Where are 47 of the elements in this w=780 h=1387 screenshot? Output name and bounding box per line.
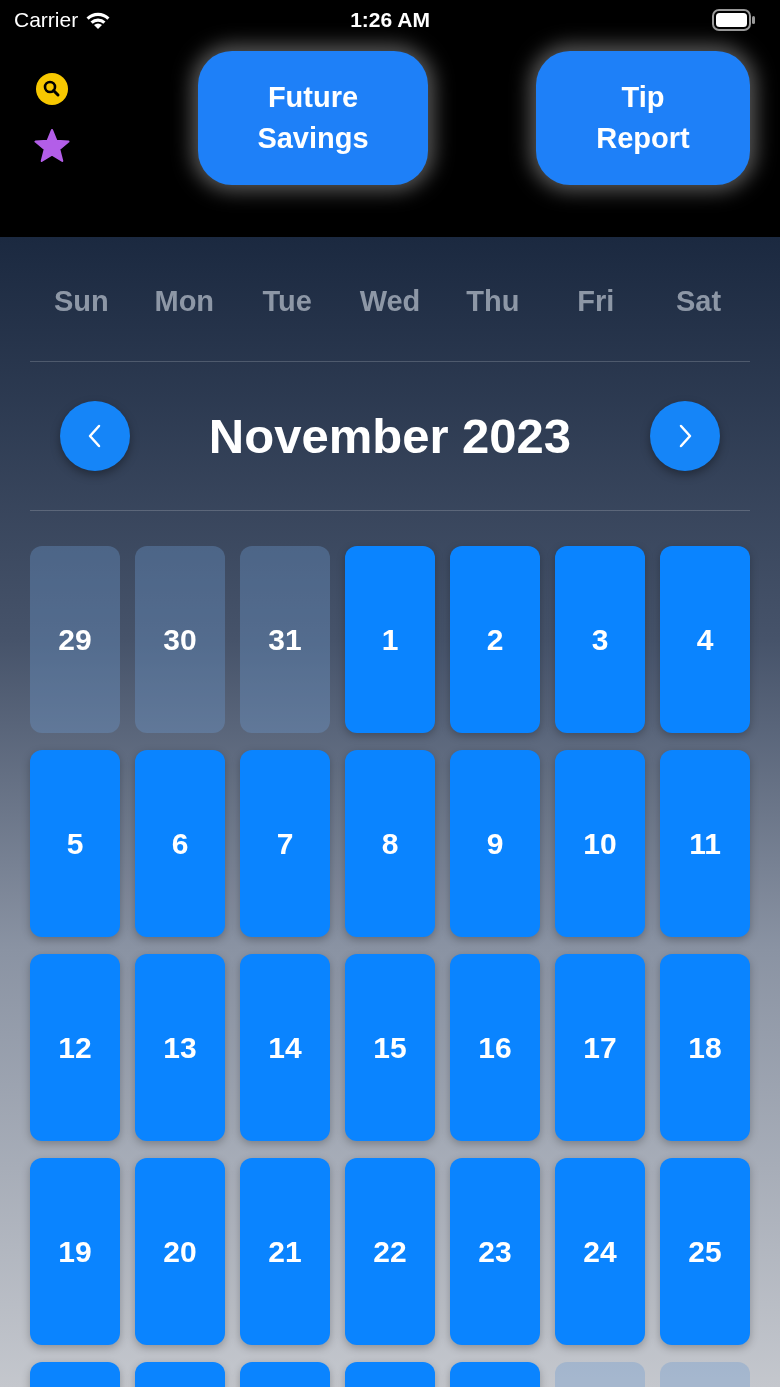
day-cell[interactable]: 25	[660, 1158, 750, 1345]
weekday-label: Wed	[358, 284, 422, 318]
weekday-label: Fri	[576, 284, 616, 318]
star-icon[interactable]	[34, 129, 70, 163]
day-cell[interactable]: 5	[30, 750, 120, 937]
day-cell[interactable]: 31	[240, 546, 330, 733]
day-cell[interactable]: 22	[345, 1158, 435, 1345]
day-cell[interactable]: 13	[135, 954, 225, 1141]
day-cell[interactable]: 19	[30, 1158, 120, 1345]
day-cell[interactable]: 16	[450, 954, 540, 1141]
day-cell[interactable]: 7	[240, 750, 330, 937]
day-cell[interactable]: 24	[555, 1158, 645, 1345]
weekday-label: Thu	[465, 284, 521, 318]
day-cell[interactable]: 2	[450, 546, 540, 733]
day-cell[interactable]: 4	[660, 546, 750, 733]
day-cell[interactable]: 30	[135, 546, 225, 733]
carrier-name: Carrier	[14, 8, 79, 32]
day-cell[interactable]: 15	[345, 954, 435, 1141]
header-button[interactable]: Future Savings	[198, 51, 428, 185]
day-cell[interactable]: 10	[555, 750, 645, 937]
day-cell[interactable]: 11	[660, 750, 750, 937]
day-cell[interactable]: 21	[240, 1158, 330, 1345]
day-cell[interactable]: 1	[345, 546, 435, 733]
day-cell[interactable]: 23	[450, 1158, 540, 1345]
search-icon[interactable]	[36, 73, 68, 105]
chevron-left-icon	[87, 423, 103, 449]
day-cell[interactable]: 8	[345, 750, 435, 937]
day-cell[interactable]: 6	[135, 750, 225, 937]
next-month-button[interactable]	[650, 401, 720, 471]
weekday-label: Mon	[153, 284, 216, 318]
weekday-label: Tue	[261, 284, 313, 318]
month-title: November 2023	[208, 408, 572, 464]
day-cell[interactable]: 18	[660, 954, 750, 1141]
day-cell[interactable]: 29	[30, 546, 120, 733]
battery-icon	[712, 9, 756, 31]
status-time: 1:26 AM	[350, 8, 430, 32]
day-cell[interactable]: 9	[450, 750, 540, 937]
weekday-label: Sun	[53, 284, 110, 318]
weekday-label: Sat	[675, 284, 723, 318]
previous-month-button[interactable]	[60, 401, 130, 471]
day-cell[interactable]: 14	[240, 954, 330, 1141]
day-cell[interactable]: 3	[555, 546, 645, 733]
day-cell[interactable]: 17	[555, 954, 645, 1141]
chevron-right-icon	[677, 423, 693, 449]
header-button[interactable]: Tip Report	[536, 51, 750, 185]
day-cell[interactable]: 12	[30, 954, 120, 1141]
day-cell[interactable]: 20	[135, 1158, 225, 1345]
